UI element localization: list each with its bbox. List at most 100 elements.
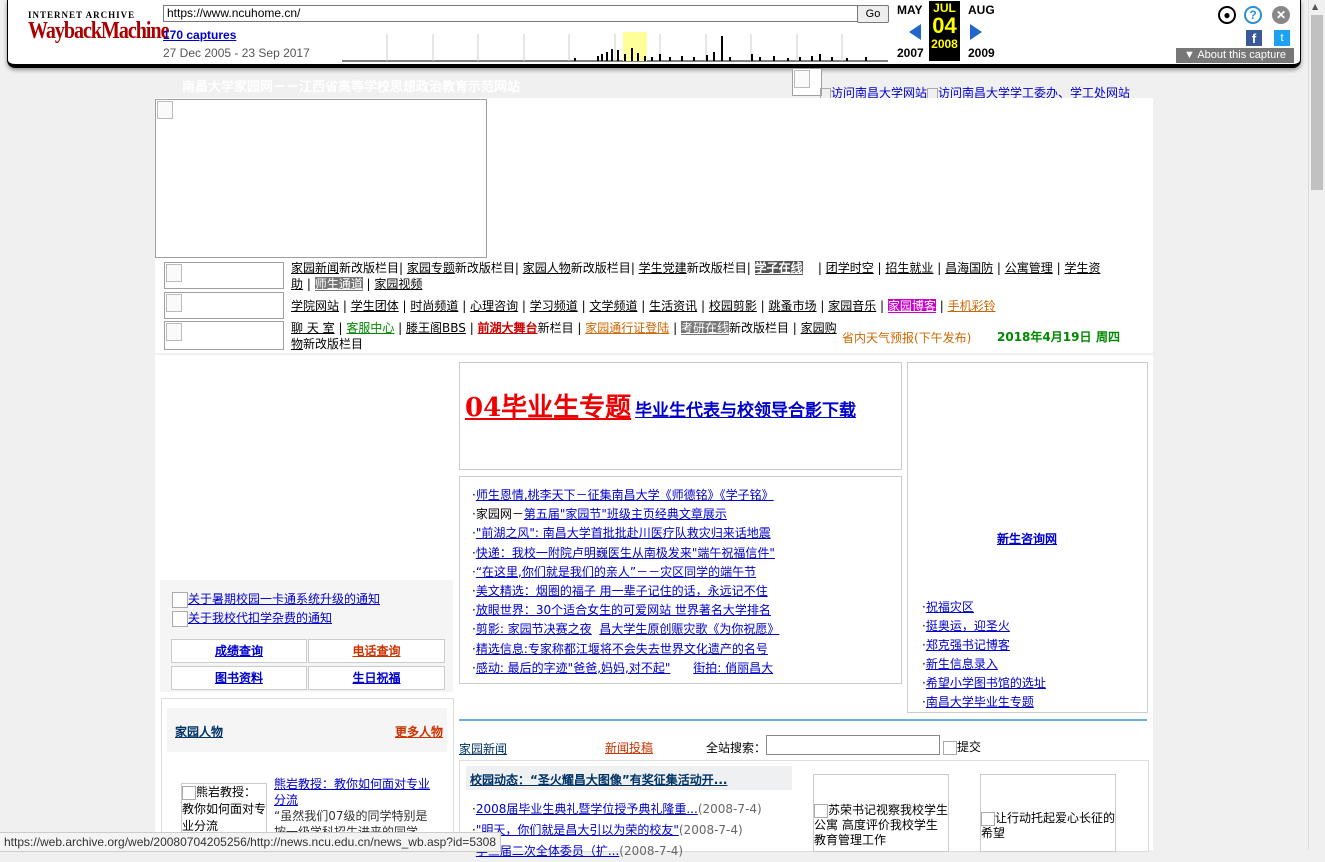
photo-news-1[interactable]: 苏荣书记视察我校学生公寓 高度评价我校学生教育管理工作 [813, 774, 949, 852]
news-link[interactable]: 精选信息:专家称都江堰将不会失去世界文化遗产的名号 [476, 642, 768, 656]
site-search-input[interactable] [766, 735, 940, 755]
nav-defense[interactable]: 昌海国防 [945, 261, 993, 275]
prev-capture-arrow-icon[interactable] [909, 24, 921, 40]
news-tab[interactable]: 家园新闻 [459, 742, 507, 756]
nav-bbs[interactable]: 滕王阁BBS [406, 321, 466, 335]
nav-groups[interactable]: 学生团体 [351, 299, 399, 313]
captures-sparkline[interactable] [342, 24, 888, 62]
nav-literature[interactable]: 文学频道 [589, 299, 637, 313]
go-button[interactable]: Go [857, 5, 889, 23]
next-month-link[interactable]: AUG [968, 3, 995, 17]
people-link[interactable]: 熊岩教授：教你如何面对专业分流 [274, 777, 430, 807]
freshman-link[interactable]: 南昌大学毕业生专题 [926, 695, 1034, 709]
campus-news-link[interactable]: 2008届毕业生典礼暨学位授予典礼隆重... [476, 802, 698, 816]
nav-stage[interactable]: 前湖大舞台 [478, 321, 538, 335]
news-link[interactable]: 师生恩情,桃李天下－征集南昌大学《师德铭》《学子铭》 [476, 488, 774, 502]
search-submit-button[interactable]: 提交 [943, 738, 981, 755]
nav-life[interactable]: 生活资讯 [649, 299, 697, 313]
scrollbar-thumb[interactable] [1311, 15, 1323, 190]
notice-link[interactable]: 关于暑期校园一卡通系统升级的通知 [188, 592, 380, 606]
twitter-icon[interactable]: t [1274, 30, 1290, 46]
news-category-link[interactable]: 放眼世界： [476, 603, 536, 617]
freshman-link[interactable]: 希望小学图书馆的选址 [926, 676, 1046, 690]
feature-title-link[interactable]: 04毕业生专题 [465, 393, 631, 423]
campus-headline-link[interactable]: 校园动态：“圣火耀昌大图像”有奖征集活动开... [470, 773, 727, 787]
nav-study[interactable]: 学习频道 [530, 299, 578, 313]
nav-colleges[interactable]: 学院网站 [291, 299, 339, 313]
list-item: ·"前湖之风": 南昌大学首批批赴川医疗队救灾归来话地震 [472, 526, 771, 541]
grade-query-link[interactable]: 成绩查询 [215, 644, 263, 658]
nav-dorm[interactable]: 公寓管理 [1005, 261, 1053, 275]
weather-forecast[interactable]: 省内天气预报(下午发布) [842, 329, 971, 346]
news-submit-link[interactable]: 新闻投稿 [605, 741, 653, 755]
wayback-logo[interactable]: WaybackMachine [28, 18, 169, 46]
news-link[interactable]: "前湖之风": 南昌大学首批批赴川医疗队救灾归来话地震 [476, 526, 771, 540]
scroll-up-icon[interactable]: ▲ [1312, 2, 1318, 11]
about-capture-button[interactable]: ▼ About this capture [1176, 48, 1294, 63]
photo-news-2-alt: 让行动托起爱心长征的希望 [981, 811, 1116, 840]
nav-postgrad[interactable]: 考研在线 [680, 321, 729, 335]
photo-news-2[interactable]: 让行动托起爱心长征的希望 [980, 774, 1116, 852]
nav-party-building[interactable]: 学生党建 [639, 261, 687, 275]
birthday-link[interactable]: 生日祝福 [352, 671, 400, 685]
freshman-link[interactable]: 新生信息录入 [926, 657, 998, 671]
news-link[interactable]: 烟圈的福子 用一辈子记住的话，永远记不住 [536, 584, 768, 598]
nav-video[interactable]: 家园视频 [374, 277, 422, 291]
nav-campus-photos[interactable]: 校园剪影 [709, 299, 757, 313]
facebook-icon[interactable]: f [1246, 30, 1262, 46]
nav-service[interactable]: 客服中心 [346, 321, 394, 335]
nav-music[interactable]: 家园音乐 [828, 299, 876, 313]
nav-psychology[interactable]: 心理咨询 [470, 299, 518, 313]
list-item: ·精选信息:专家称都江堰将不会失去世界文化遗产的名号 [472, 641, 768, 656]
nav-employment[interactable]: 招生就业 [885, 261, 933, 275]
nav-teacher-channel[interactable]: 师生通道 [314, 277, 363, 291]
captures-link[interactable]: 170 captures [163, 28, 236, 42]
nav-fashion[interactable]: 时尚频道 [410, 299, 458, 313]
news-link[interactable]: 剪影: 家园节决赛之夜 [476, 622, 592, 636]
nav-chat[interactable]: 聊 天 室 [291, 321, 335, 335]
phone-query-link[interactable]: 电话查询 [352, 644, 400, 658]
news-link[interactable]: 街拍: 俏丽昌大 [693, 661, 773, 675]
wayback-url-input[interactable]: https://www.ncuhome.cn/ [163, 5, 858, 22]
status-bar: https://web.archive.org/web/200807042052… [0, 832, 502, 852]
more-people-link[interactable]: 更多人物 [395, 725, 443, 739]
broken-image-icon [172, 610, 188, 627]
news-link[interactable]: 第五届"家园节"班级主页经典文章展示 [524, 507, 727, 521]
freshman-link[interactable]: 郑克强书记博客 [926, 638, 1010, 652]
news-link[interactable]: 昌大学生原创赈灾歌《为你祝愿》 [599, 622, 779, 636]
nav-blog[interactable]: 家园博客 [887, 299, 936, 313]
notice-2: 关于我校代扣学杂费的通知 [172, 609, 332, 627]
news-category-link[interactable]: 美文精选： [476, 584, 536, 598]
notice-link[interactable]: 关于我校代扣学杂费的通知 [188, 611, 332, 625]
nav-jiayuan-people[interactable]: 家园人物 [523, 261, 571, 275]
nav-flea-market[interactable]: 跳蚤市场 [769, 299, 817, 313]
scrollbar[interactable]: ▲ [1308, 0, 1325, 850]
prev-year: 2007 [897, 46, 924, 60]
news-date: (2008-7-4) [697, 802, 762, 816]
freshman-link[interactable]: 祝福灾区 [926, 600, 974, 614]
next-year: 2009 [968, 46, 995, 60]
user-icon[interactable]: ● [1218, 6, 1236, 24]
nav-ringtones[interactable]: 手机彩铃 [948, 299, 996, 313]
news-link[interactable]: 快递：我校一附院卢明巍医生从南极发来"端午祝福信件" [476, 546, 775, 560]
campus-news-link[interactable]: "明天，你们就是昌大引以为荣的校友" [476, 823, 679, 837]
people-title-link[interactable]: 家园人物 [175, 725, 223, 739]
nav-jiayuan-news[interactable]: 家园新闻 [291, 261, 339, 275]
feature-subtitle-link[interactable]: 毕业生代表与校领导合影下载 [635, 401, 856, 421]
library-link[interactable]: 图书资料 [215, 671, 263, 685]
nav-jiayuan-topics[interactable]: 家园专题 [407, 261, 455, 275]
help-icon[interactable]: ? [1244, 6, 1262, 24]
nav-league-time[interactable]: 团学时空 [826, 261, 874, 275]
news-link[interactable]: 30个适合女生的可爱网站 世界著名大学排名 [536, 603, 771, 617]
list-item: ·新生信息录入 [922, 657, 998, 671]
site-title: 南昌大学家园网－－江西省高等学校思想政治教育示范网站 [182, 80, 521, 95]
close-icon[interactable]: ✕ [1272, 6, 1290, 24]
prev-month-link[interactable]: MAY [897, 3, 923, 17]
freshman-link[interactable]: 挺奥运，迎圣火 [926, 619, 1010, 633]
news-link[interactable]: 感动: 最后的字迹"爸爸,妈妈,对不起" [476, 661, 671, 675]
nav-students-online[interactable]: 学子在线 [754, 261, 803, 275]
next-capture-arrow-icon[interactable] [970, 24, 982, 40]
news-link[interactable]: “在这里,你们就是我们的亲人”－－灾区同学的端午节 [476, 565, 756, 579]
nav-passport-login[interactable]: 家园通行证登陆 [585, 321, 669, 335]
freshman-title-link[interactable]: 新生咨询网 [997, 532, 1057, 546]
